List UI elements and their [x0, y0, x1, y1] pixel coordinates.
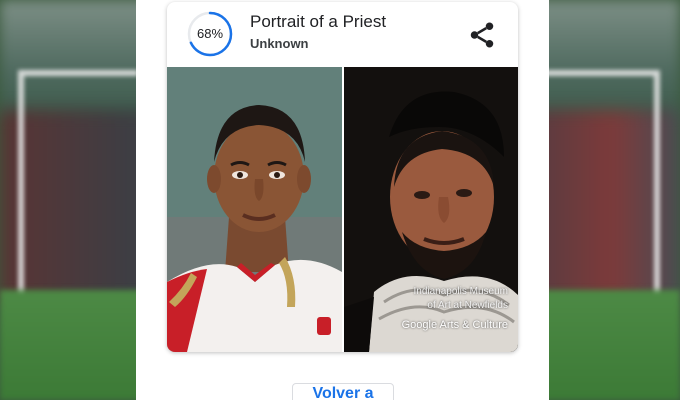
museum-caption-line-1: Indianapolis Museum — [413, 286, 509, 297]
google-arts-culture-logo: Google Arts & Culture — [401, 319, 508, 331]
artwork-image: Indianapolis Museum of Art at Newfields … — [344, 67, 518, 352]
user-photo — [167, 67, 342, 352]
share-button[interactable] — [467, 20, 497, 50]
background-goal-left — [18, 70, 138, 310]
share-icon — [470, 22, 494, 48]
match-result-card: 68% Portrait of a Priest Unknown Indiana… — [167, 2, 518, 352]
artwork-artist: Unknown — [250, 36, 309, 51]
user-photo-illustration — [167, 67, 342, 352]
match-score-text: 68% — [196, 26, 224, 41]
museum-caption-line-2: of Art at Newfields — [427, 300, 508, 311]
artwork-title: Portrait of a Priest — [250, 12, 387, 31]
back-button[interactable]: Volver a — [292, 383, 394, 400]
background-goal-right — [530, 70, 660, 310]
match-score-ring: 68% — [187, 11, 233, 57]
museum-caption: Indianapolis Museum of Art at Newfields — [414, 285, 509, 313]
card-header: 68% Portrait of a Priest Unknown — [167, 2, 518, 66]
